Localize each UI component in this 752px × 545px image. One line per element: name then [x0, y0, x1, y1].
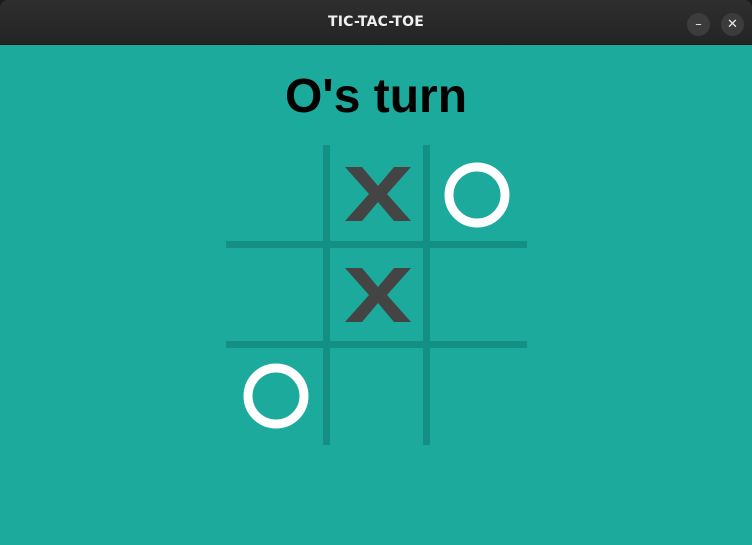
x-mark	[345, 167, 411, 221]
app-window: TIC-TAC-TOE – ✕ O's turn	[0, 0, 752, 545]
turn-status: O's turn	[284, 70, 468, 123]
x-mark	[345, 268, 411, 322]
board-cell-2-1[interactable]	[226, 246, 322, 342]
board-cell-1-3[interactable]	[427, 145, 523, 241]
board-cell-1-2[interactable]	[327, 145, 423, 241]
o-mark	[243, 363, 309, 429]
board-cell-2-3[interactable]	[427, 246, 523, 342]
board-cell-3-2[interactable]	[327, 346, 423, 442]
board-cell-1-1[interactable]	[226, 145, 322, 241]
board-cell-3-3[interactable]	[427, 346, 523, 442]
game-area: O's turn	[0, 45, 752, 545]
board-cell-3-1[interactable]	[226, 346, 322, 442]
close-button[interactable]: ✕	[721, 13, 744, 36]
minimize-button[interactable]: –	[687, 13, 710, 36]
board-cell-2-2[interactable]	[327, 246, 423, 342]
title-bar[interactable]: TIC-TAC-TOE – ✕	[0, 0, 752, 45]
o-mark	[444, 162, 510, 228]
game-board	[226, 145, 527, 445]
window-title: TIC-TAC-TOE	[328, 14, 424, 30]
